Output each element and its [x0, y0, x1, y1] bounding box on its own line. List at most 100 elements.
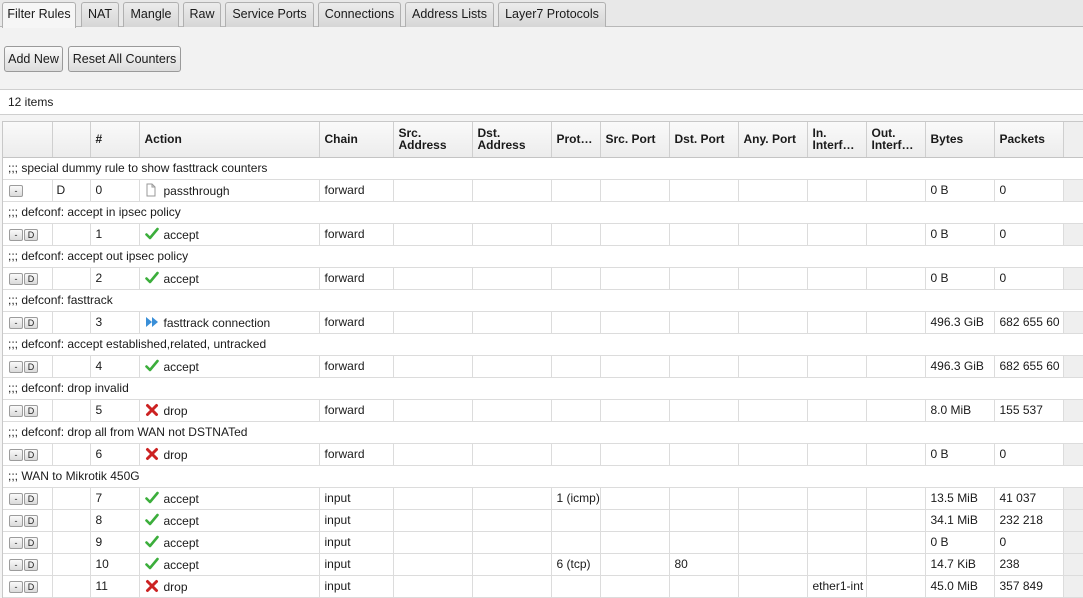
rule-src-port	[600, 311, 670, 334]
fast-forward-icon	[145, 315, 159, 329]
table-row[interactable]: - D 4 accept forward 496.3 GiB 682 655 60	[3, 355, 1083, 378]
remove-rule-button[interactable]: -	[9, 536, 23, 549]
table-row[interactable]: - D 3 fasttrack connection forward 496.3 GiB 6…	[3, 311, 1083, 334]
rule-in-interface	[807, 487, 867, 510]
rule-protocol	[551, 179, 601, 202]
disable-rule-button[interactable]: D	[24, 514, 38, 527]
disable-rule-button[interactable]: D	[24, 316, 38, 329]
column-header-number[interactable]: #	[90, 122, 140, 158]
tab-mangle[interactable]: Mangle	[123, 2, 179, 27]
column-header-bytes[interactable]: Bytes	[925, 122, 995, 158]
rule-any-port	[738, 443, 808, 466]
tab-connections[interactable]: Connections	[318, 2, 401, 27]
checkmark-icon	[144, 513, 159, 527]
tab-nat[interactable]: NAT	[81, 2, 119, 27]
column-header-chain[interactable]: Chain	[319, 122, 394, 158]
remove-rule-button[interactable]: -	[9, 316, 23, 329]
rule-src-port	[600, 509, 670, 532]
rule-comment: ;;; defconf: accept out ipsec policy	[3, 245, 1083, 268]
remove-rule-button[interactable]: -	[9, 272, 23, 285]
disable-rule-button[interactable]: D	[24, 228, 38, 241]
disable-rule-button[interactable]: D	[24, 272, 38, 285]
rule-out-interface	[866, 267, 926, 290]
rule-src-port	[600, 487, 670, 510]
table-row[interactable]: - D 5 drop forward 8.0 MiB 155 537	[3, 399, 1083, 422]
rule-comment-row[interactable]: ;;; defconf: fasttrack	[3, 289, 1083, 312]
row-controls: -D	[3, 355, 53, 378]
column-header-protocol[interactable]: Prot…	[551, 122, 601, 158]
rule-any-port	[738, 531, 808, 554]
remove-rule-button[interactable]: -	[9, 558, 23, 571]
rule-comment-row[interactable]: ;;; defconf: drop invalid	[3, 377, 1083, 400]
column-header-in-interface[interactable]: In. Interf…	[807, 122, 867, 158]
remove-rule-button[interactable]: -	[9, 492, 23, 505]
disable-rule-button[interactable]: D	[24, 448, 38, 461]
tab-layer7-protocols[interactable]: Layer7 Protocols	[498, 2, 606, 27]
rule-comment-row[interactable]: ;;; special dummy rule to show fasttrack…	[3, 157, 1083, 180]
rule-number: 6	[90, 443, 140, 466]
rule-action-label: accept	[163, 513, 199, 528]
rule-src-address	[393, 531, 473, 554]
disable-rule-button[interactable]: D	[24, 580, 38, 593]
column-header-any-port[interactable]: Any. Port	[738, 122, 808, 158]
column-header-action[interactable]: Action	[139, 122, 320, 158]
table-row[interactable]: - D 10 accept input 6 (tcp) 80 14.7 KiB 238	[3, 553, 1083, 576]
table-row[interactable]: - D 7 accept input 1 (icmp) 13.5 MiB 41 037	[3, 487, 1083, 510]
rule-chain: input	[319, 575, 394, 598]
column-header-packets[interactable]: Packets	[994, 122, 1064, 158]
rule-comment-row[interactable]: ;;; defconf: accept established,related,…	[3, 333, 1083, 356]
rule-flags	[52, 487, 91, 510]
rule-src-port	[600, 399, 670, 422]
table-row[interactable]: - D 1 accept forward 0 B0	[3, 223, 1083, 246]
reset-all-counters-button[interactable]: Reset All Counters	[68, 46, 181, 72]
remove-rule-button[interactable]: -	[9, 448, 23, 461]
remove-rule-button[interactable]: -	[9, 514, 23, 527]
remove-rule-button[interactable]: -	[9, 184, 23, 197]
table-row[interactable]: - D 6 drop forward 0 B0	[3, 443, 1083, 466]
table-row[interactable]: - D 9 accept input 0 B0	[3, 531, 1083, 554]
rule-bytes: 0 B	[925, 223, 995, 246]
rule-src-address	[393, 443, 473, 466]
remove-rule-button[interactable]: -	[9, 580, 23, 593]
rule-src-address	[393, 509, 473, 532]
rule-packets: 357 849	[994, 575, 1064, 598]
tab-filter-rules[interactable]: Filter Rules	[2, 2, 76, 28]
column-header-dst-address[interactable]: Dst. Address	[472, 122, 552, 158]
disable-rule-button[interactable]: D	[24, 536, 38, 549]
table-row[interactable]: - D 2 accept forward 0 B0	[3, 267, 1083, 290]
disable-rule-button[interactable]: D	[24, 558, 38, 571]
column-header-dst-port[interactable]: Dst. Port	[669, 122, 739, 158]
table-row[interactable]: - D 11 drop input ether1-int 45.0 MiB 357 849	[3, 575, 1083, 598]
disable-rule-button[interactable]: D	[24, 360, 38, 373]
tab-raw[interactable]: Raw	[183, 2, 221, 27]
remove-rule-button[interactable]: -	[9, 228, 23, 241]
column-header-src-port[interactable]: Src. Port	[600, 122, 670, 158]
row-controls: -D	[3, 443, 53, 466]
column-header-out-interface[interactable]: Out. Interf…	[866, 122, 926, 158]
rule-action: accept	[139, 531, 320, 554]
rule-number: 2	[90, 267, 140, 290]
rule-flags	[52, 509, 91, 532]
row-controls: -D	[3, 487, 53, 510]
column-header-src-address[interactable]: Src. Address	[393, 122, 473, 158]
tab-address-lists[interactable]: Address Lists	[405, 2, 494, 27]
tab-service-ports[interactable]: Service Ports	[225, 2, 314, 27]
rule-src-address	[393, 355, 473, 378]
table-row[interactable]: - D 8 accept input 34.1 MiB 232 218	[3, 509, 1083, 532]
remove-rule-button[interactable]: -	[9, 360, 23, 373]
table-row[interactable]: - D 0 passthrough forward 0 B0	[3, 179, 1083, 202]
add-new-button[interactable]: Add New	[4, 46, 63, 72]
remove-rule-button[interactable]: -	[9, 404, 23, 417]
rule-comment-row[interactable]: ;;; defconf: accept out ipsec policy	[3, 245, 1083, 268]
rule-protocol: 6 (tcp)	[551, 553, 601, 576]
row-controls: -D	[3, 553, 53, 576]
rule-comment-row[interactable]: ;;; WAN to Mikrotik 450G	[3, 465, 1083, 488]
rule-in-interface	[807, 531, 867, 554]
rule-comment-row[interactable]: ;;; defconf: accept in ipsec policy	[3, 201, 1083, 224]
rule-comment-row[interactable]: ;;; defconf: drop all from WAN not DSTNA…	[3, 421, 1083, 444]
rule-protocol	[551, 531, 601, 554]
disable-rule-button[interactable]: D	[24, 492, 38, 505]
rule-dst-port	[669, 575, 739, 598]
disable-rule-button[interactable]: D	[24, 404, 38, 417]
rule-in-interface: ether1-int	[807, 575, 867, 598]
